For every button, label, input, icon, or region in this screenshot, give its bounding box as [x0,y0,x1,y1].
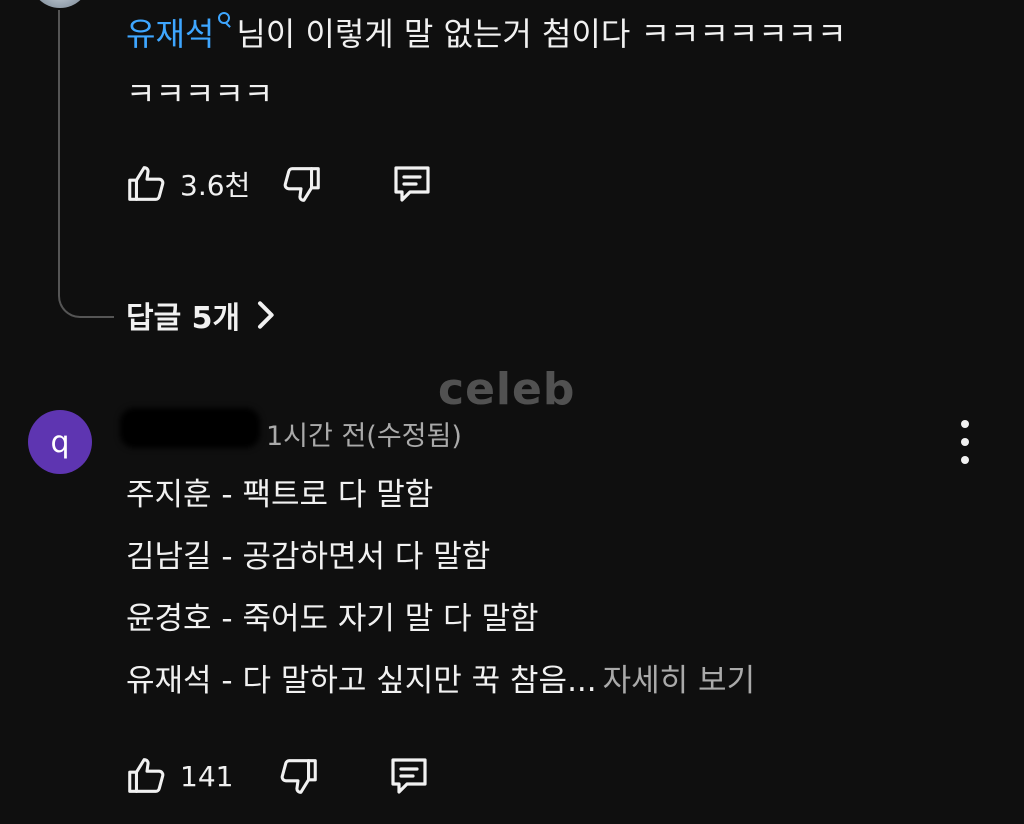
reply-comment-text: 유재석 님이 이렇게 말 없는거 첨이다 ㅋㅋㅋㅋㅋㅋㅋ ㅋㅋㅋㅋㅋ [126,4,946,124]
view-replies-label: 답글 5개 [126,301,241,336]
like-count: 141 [180,759,234,793]
comment-line-2: 김남길 - 공감하면서 다 말함 [126,539,491,575]
comment-line-3: 윤경호 - 죽어도 자기 말 다 말함 [126,601,539,637]
comment-icon [394,166,430,202]
reply-button[interactable] [388,160,436,208]
kebab-dot [961,438,969,446]
view-replies-link[interactable]: 답글 5개 [126,290,276,340]
chevron-right-icon [258,301,274,329]
reply-button[interactable] [385,752,433,800]
watermark: celeb [438,364,576,415]
comment-line-4-text: 유재석 - 다 말하고 싶지만 꾹 참음... [126,663,597,699]
read-more-link[interactable]: 자세히 보기 [603,663,755,699]
reply-action-bar: 3.6천 [124,158,436,210]
thumbs-up-icon [128,758,165,793]
kebab-dot [961,456,969,464]
thumbs-down-icon [283,167,321,202]
comment-line-1: 주지훈 - 팩트로 다 말함 [126,477,434,513]
dislike-button[interactable] [278,161,324,207]
like-count: 3.6천 [180,169,251,202]
dislike-button[interactable] [275,753,321,799]
like-button[interactable] [124,753,170,799]
thread-connector-line [58,10,114,318]
kebab-dot [961,420,969,428]
mention-link[interactable]: 유재석 [126,15,214,53]
comment-body: 주지훈 - 팩트로 다 말함 김남길 - 공감하면서 다 말함 윤경호 - 죽어… [126,470,755,718]
comment-line-4: 유재석 - 다 말하고 싶지만 꾹 참음... 자세히 보기 [126,656,755,718]
comment-action-bar: 141 [124,750,433,802]
avatar[interactable]: q [28,410,92,474]
like-button[interactable] [124,161,170,207]
redacted-username [120,408,260,448]
more-vert-icon[interactable] [950,420,980,464]
thumbs-up-icon [128,166,165,201]
thumbs-down-icon [281,759,318,794]
comment-icon [391,758,428,794]
reply-text-line-1: 님이 이렇게 말 없는거 첨이다 ㅋㅋㅋㅋㅋㅋㅋ [236,15,847,53]
reply-text-line-2: ㅋㅋㅋㅋㅋ [126,75,274,113]
search-icon [218,12,231,34]
comment-timestamp: 1시간 전(수정됨) [266,421,462,452]
parent-avatar[interactable] [30,0,90,8]
avatar-letter: q [50,424,70,460]
